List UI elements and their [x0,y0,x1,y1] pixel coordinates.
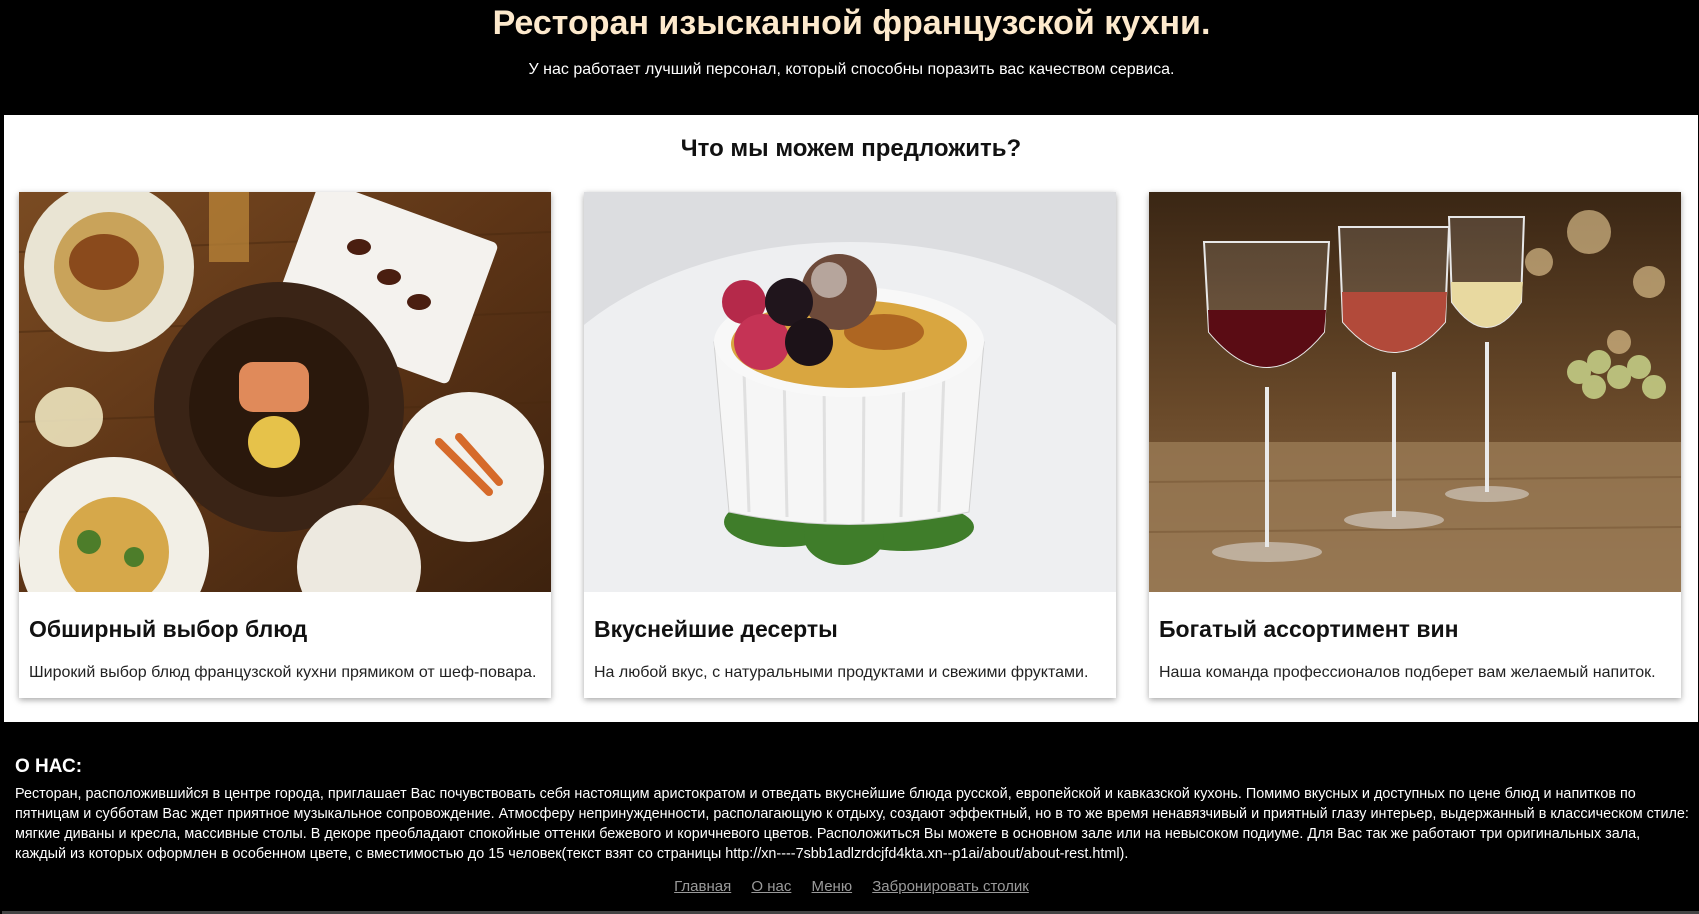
offer-card-desserts: Вкуснейшие десерты На любой вкус, с нату… [584,192,1116,698]
offer-card-wines: Богатый ассортимент вин Наша команда про… [1149,192,1681,698]
hero-header: Ресторан изысканной французской кухни. У… [2,0,1699,115]
offer-text-desserts: На любой вкус, с натуральными продуктами… [594,664,1089,681]
offer-title-desserts: Вкуснейшие десерты [594,616,838,642]
creme-brulee-dessert-photo [584,192,1116,592]
food-plates-photo [19,192,551,592]
about-text: Ресторан, расположившийся в центре город… [15,786,1689,862]
offers-section: Что мы можем предложить? Обширный выбор … [4,115,1698,722]
page-title: Ресторан изысканной французской кухни. [492,4,1211,42]
page: Ресторан изысканной французской кухни. У… [0,0,1699,914]
offer-title-dishes: Обширный выбор блюд [29,616,308,642]
footer-link-home[interactable]: Главная [674,878,731,895]
page-subtitle: У нас работает лучший персонал, который … [528,61,1175,78]
offer-title-wines: Богатый ассортимент вин [1159,616,1459,642]
offer-text-dishes: Широкий выбор блюд французской кухни пря… [29,664,537,681]
about-heading: О НАС: [15,756,83,777]
offers-heading: Что мы можем предложить? [680,135,1022,162]
footer-link-reserve[interactable]: Забронировать столик [872,878,1029,895]
offer-card-dishes: Обширный выбор блюд Широкий выбор блюд ф… [19,192,551,698]
about-section: О НАС: Ресторан, расположившийся в центр… [2,722,1699,914]
wine-glasses-photo [1149,192,1681,592]
footer-link-about[interactable]: О нас [751,878,791,895]
footer-nav: Главная О нас Меню Забронировать столик [2,878,1699,895]
footer-link-menu[interactable]: Меню [812,878,853,895]
offer-text-wines: Наша команда профессионалов подберет вам… [1159,664,1656,681]
